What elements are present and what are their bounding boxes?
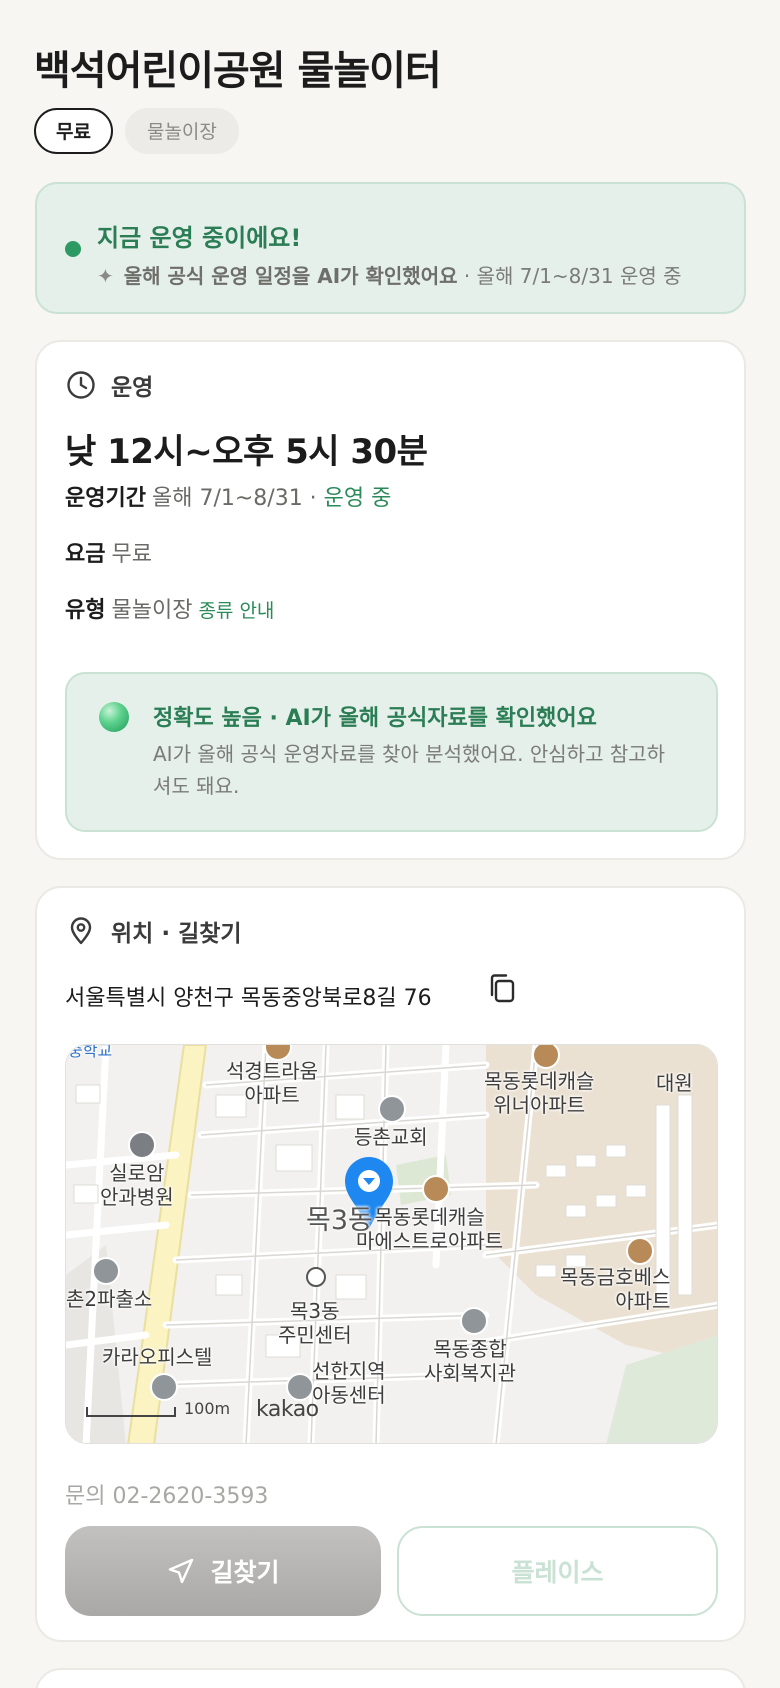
- map-label-shinhan: 선한지역 아동센터: [312, 1359, 386, 1407]
- location-section-label: 위치 · 길찾기: [111, 921, 242, 947]
- map-label-lotte-maestro: 목동롯데캐슬 마에스트로아파트: [356, 1205, 504, 1253]
- period-value: 올해 7/1~8/31 ·: [151, 486, 324, 511]
- map-scale-bar: [86, 1407, 176, 1417]
- map-label-community: 목3동 주민센터: [278, 1299, 352, 1347]
- status-dot-icon: [65, 241, 81, 257]
- map-label-police: 촌2파출소: [66, 1287, 153, 1311]
- page-title: 백석어린이공원 물놀이터: [34, 48, 442, 94]
- hours-section-header: 운영: [65, 368, 153, 402]
- clock-icon: [67, 371, 95, 399]
- operating-status-card: 지금 운영 중이에요! ✦ 올해 공식 운영 일정을 AI가 확인했어요 · 올해…: [35, 182, 746, 314]
- officetel-poi-icon: [150, 1373, 178, 1401]
- welfare-poi-icon: [460, 1307, 488, 1335]
- place-button[interactable]: 플레이스: [397, 1526, 718, 1616]
- status-subtitle: ✦ 올해 공식 운영 일정을 AI가 확인했어요 · 올해 7/1~8/31 운영…: [97, 260, 682, 289]
- community-center-poi-icon: [306, 1267, 326, 1287]
- period-status: 운영 중: [323, 486, 392, 511]
- apartment-poi-icon: [422, 1175, 450, 1203]
- map-label-geumho: 목동금호베스 아파트: [560, 1265, 671, 1313]
- ai-accuracy-box: 정확도 높음 · AI가 올해 공식자료를 확인했어요 AI가 올해 공식 운영…: [65, 672, 718, 832]
- map-brand-logo: kakao: [256, 1397, 319, 1422]
- directions-button-label: 길찾기: [210, 1558, 280, 1587]
- facility-detail-page: 백석어린이공원 물놀이터 무료 물놀이장 지금 운영 중이에요! ✦ 올해 공식 …: [0, 0, 780, 1688]
- directions-button[interactable]: 길찾기: [65, 1526, 381, 1616]
- next-card-peek: [35, 1668, 746, 1688]
- hours-card: 운영 낮 12시~오후 5시 30분 운영기간 올해 7/1~8/31 · 운영 …: [35, 340, 746, 860]
- map-label-seokgyeong: 석경트라움 아파트: [226, 1059, 318, 1107]
- map-scale-text: 100m: [184, 1399, 231, 1418]
- police-poi-icon: [92, 1257, 120, 1285]
- type-info-link[interactable]: 종류 안내: [198, 600, 274, 622]
- hours-main: 낮 12시~오후 5시 30분: [65, 432, 428, 472]
- phone-inquiry[interactable]: 문의 02-2620-3593: [65, 1478, 268, 1510]
- tag-list: 무료 물놀이장: [34, 108, 239, 154]
- fee-row: 요금 무료: [65, 536, 152, 568]
- status-sub-bold: 올해 공식 운영 일정을 AI가 확인했어요: [123, 264, 458, 288]
- tag-free[interactable]: 무료: [34, 108, 113, 154]
- map-label-welfare: 목동종합 사회복지관: [424, 1337, 516, 1385]
- map-label-school: 중학교: [68, 1044, 113, 1060]
- location-card: 위치 · 길찾기 서울특별시 양천구 목동중앙북로8길 76 중학교 석경트라움…: [35, 886, 746, 1642]
- ai-orb-icon: [99, 702, 129, 732]
- map-view[interactable]: 중학교 석경트라움 아파트 목동롯데캐슬 위너아파트 대원 등촌교회 실로암 안…: [65, 1044, 718, 1444]
- status-sub-rest: · 올해 7/1~8/31 운영 중: [457, 264, 682, 288]
- copy-icon[interactable]: [487, 972, 517, 1006]
- fee-key: 요금: [65, 542, 106, 567]
- type-row: 유형 물놀이장 종류 안내: [65, 592, 274, 624]
- ai-accuracy-title: 정확도 높음 · AI가 올해 공식자료를 확인했어요: [153, 706, 597, 731]
- address-text: 서울특별시 양천구 목동중앙북로8길 76: [65, 986, 432, 1011]
- location-pin-icon: [70, 917, 92, 945]
- navigation-arrow-icon: [169, 1558, 194, 1584]
- map-label-lotte-winner: 목동롯데캐슬 위너아파트: [484, 1069, 595, 1117]
- map-label-daewon: 대원: [656, 1071, 693, 1095]
- ai-accuracy-desc: AI가 올해 공식 운영자료를 찾아 분석했어요. 안심하고 참고하셔도 돼요.: [153, 742, 666, 798]
- map-label-siloam: 실로암 안과병원: [100, 1161, 174, 1209]
- sparkle-icon: ✦: [97, 264, 114, 288]
- fee-value: 무료: [111, 542, 152, 567]
- hospital-poi-icon: [128, 1131, 156, 1159]
- hours-section-label: 운영: [111, 375, 154, 401]
- apartment-poi-icon: [626, 1237, 654, 1265]
- period-key: 운영기간: [65, 486, 146, 511]
- map-label-deungchon-church: 등촌교회: [354, 1125, 428, 1149]
- tag-category[interactable]: 물놀이장: [124, 108, 239, 154]
- location-section-header: 위치 · 길찾기: [65, 914, 242, 948]
- church-poi-icon: [378, 1095, 406, 1123]
- status-title: 지금 운영 중이에요!: [97, 224, 302, 252]
- map-label-kara: 카라오피스텔: [102, 1345, 213, 1369]
- period-row: 운영기간 올해 7/1~8/31 · 운영 중: [65, 480, 391, 512]
- type-key: 유형: [65, 598, 106, 623]
- type-value: 물놀이장: [111, 598, 193, 623]
- place-button-label: 플레이스: [511, 1558, 604, 1587]
